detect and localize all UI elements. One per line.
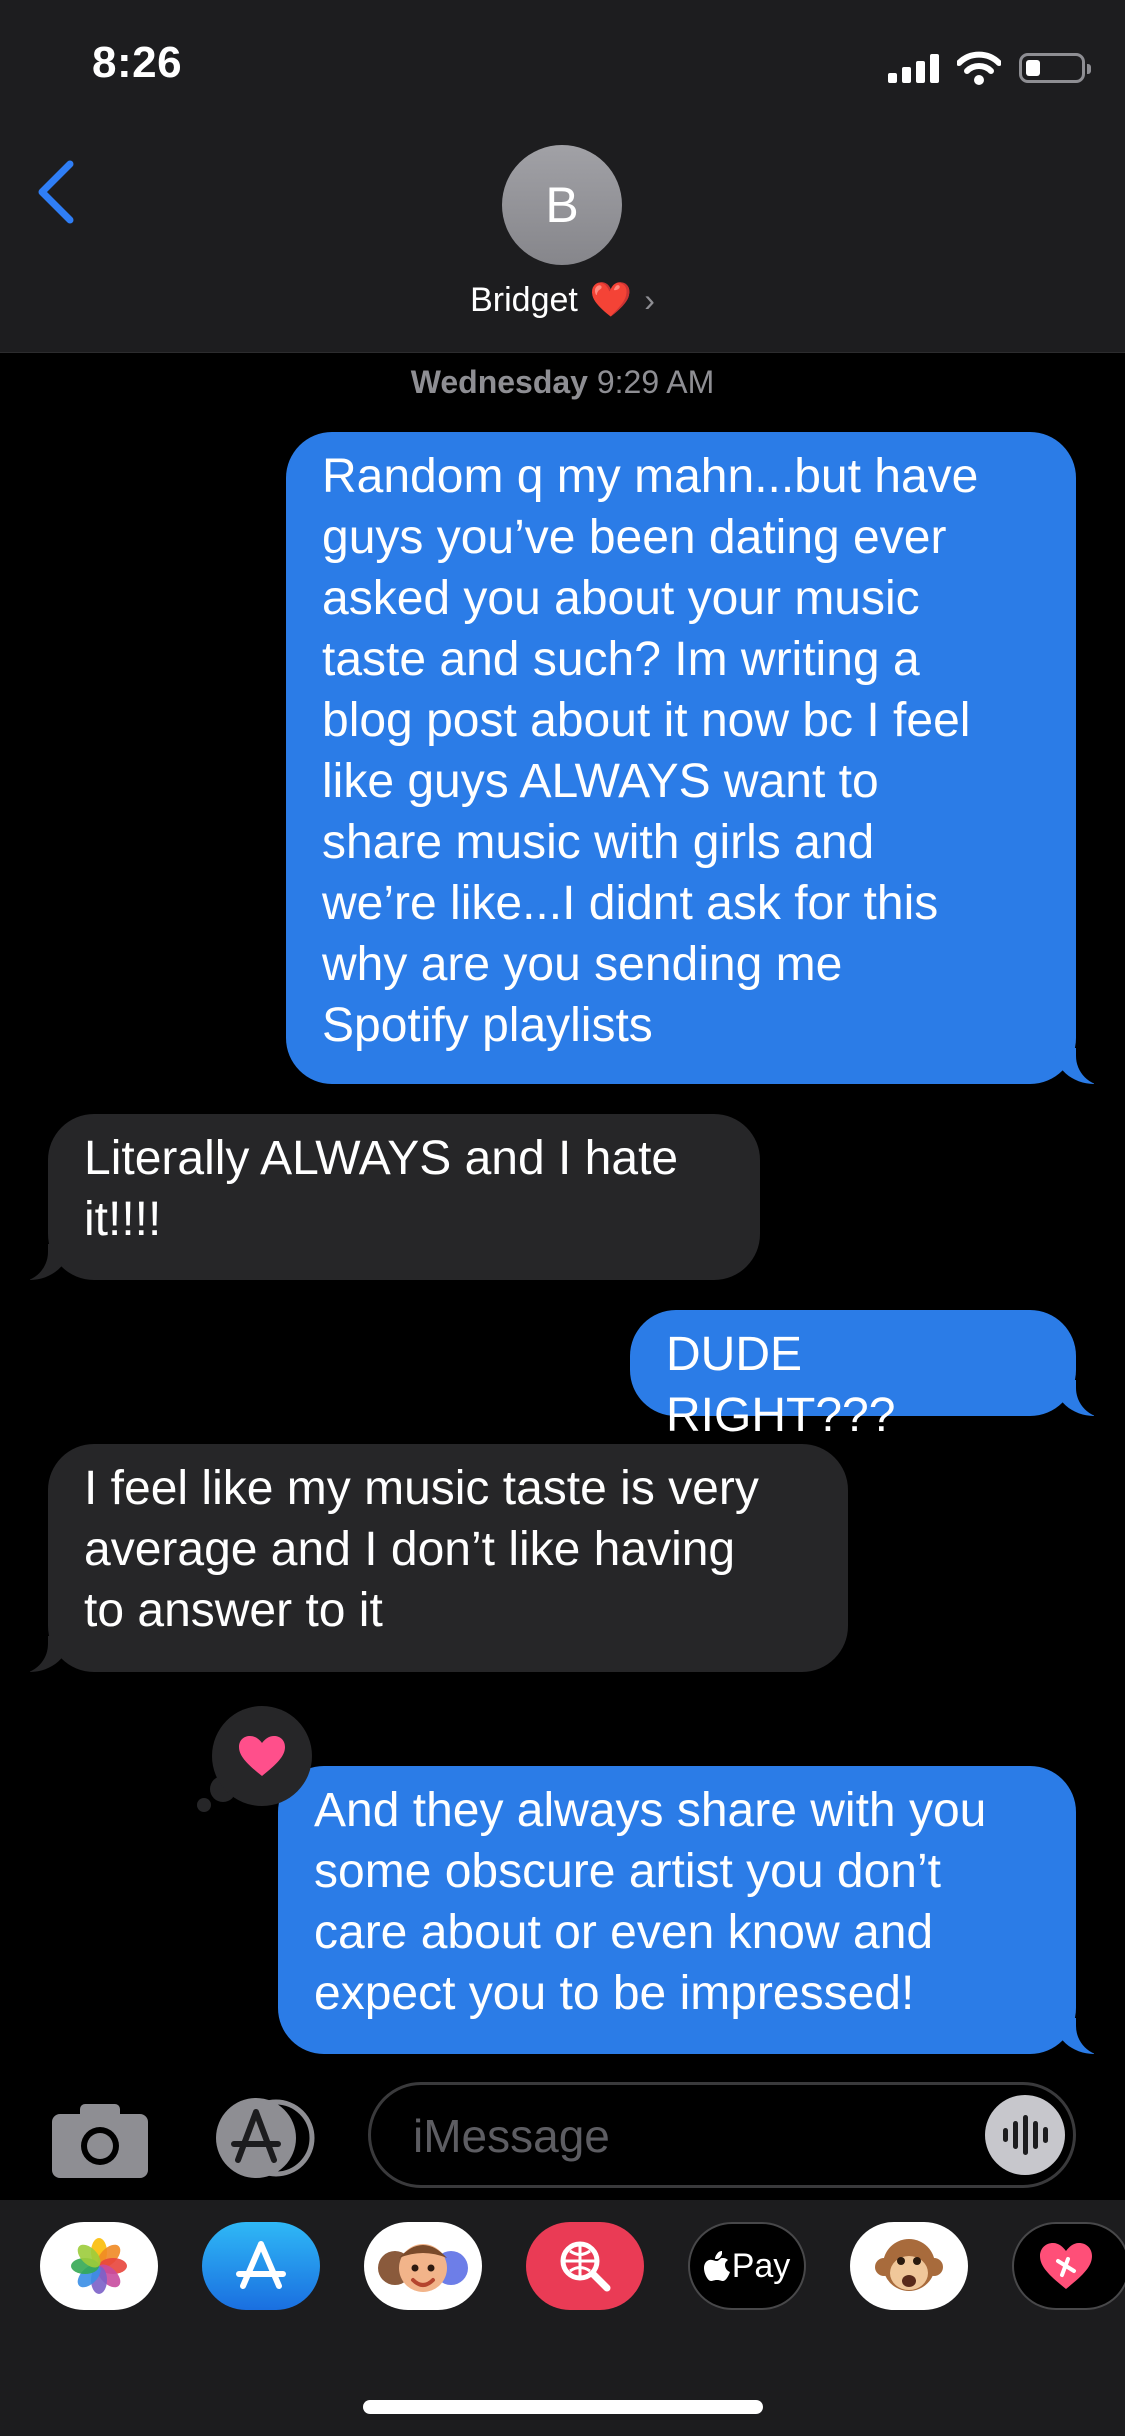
battery-icon [1019,53,1091,83]
message-input[interactable] [411,2085,975,2187]
contact-name: Bridget [470,280,578,319]
app-store-a-glyph [236,2241,286,2289]
message-line: average and I don’t like having [84,1523,736,1576]
message-line: it!!!! [84,1193,162,1246]
message-line: why are you sending me [322,938,843,991]
home-indicator[interactable] [363,2400,763,2414]
status-time: 8:26 [92,38,183,87]
camera-icon[interactable] [50,2100,150,2180]
message-line: taste and such? Im writing a [322,633,920,686]
magnifier-globe-glyph [560,2241,611,2292]
tapback-dot [197,1798,211,1812]
message-line: Random q my mahn...but have [322,450,979,503]
message-line: I feel like my music taste is very [84,1462,759,1515]
message-line: expect you to be impressed! [314,1967,915,2020]
app-store-button-icon[interactable] [208,2096,318,2180]
message-timestamp: Wednesday 9:29 AM [410,364,715,400]
message-line: blog post about it now bc I feel [322,694,971,747]
animoji-monkey-glyph [875,2239,943,2291]
message-line: DUDE RIGHT??? [666,1328,896,1442]
memoji-icon[interactable] [364,2222,482,2310]
message-line: asked you about your music [322,572,920,625]
message-line: share music with girls and [322,816,875,869]
red-heart-emoji: ❤️ [589,281,633,319]
app-store-icon[interactable] [202,2222,320,2310]
cellular-signal-icon [888,53,939,83]
message-line: to answer to it [84,1584,383,1637]
chevron-right-icon: › [644,281,655,318]
message-line: guys you’ve been dating ever [322,511,947,564]
message-line: some obscure artist you don’t [314,1845,941,1898]
message-line: Literally ALWAYS and I hate [84,1132,679,1185]
apple-pay-icon[interactable]: Pay [688,2222,806,2310]
wifi-icon [957,51,1001,85]
message-line: care about or even know and [314,1906,934,1959]
heart-icon [239,1736,285,1776]
imessage-field[interactable] [368,2082,1076,2188]
globe-search-icon[interactable] [526,2222,644,2310]
contact-avatar[interactable]: B [502,145,622,265]
monkey-icon[interactable] [850,2222,968,2310]
heart-touch-icon[interactable] [1012,2222,1125,2310]
photos-icon[interactable] [40,2222,158,2310]
memoji-faces-icon [378,2244,468,2292]
avatar-initial: B [545,177,579,233]
apple-pay-label: Pay [731,2246,791,2285]
outgoing-message-bubble[interactable]: Random q my mahn...but have guys you’ve … [286,432,1116,1086]
audio-message-icon[interactable] [985,2095,1065,2175]
digital-touch-heart-glyph [1040,2243,1092,2289]
status-icons [888,48,1091,88]
incoming-message-bubble[interactable]: I feel like my music taste is very avera… [8,1444,848,1674]
contact-name-button[interactable]: Bridget ❤️ › [0,280,1125,320]
incoming-message-bubble[interactable]: Literally ALWAYS and I hate it!!!! [8,1114,760,1282]
photos-flower-icon [71,2238,127,2294]
apple-logo-icon [703,2251,730,2281]
heart-tapback[interactable] [212,1706,312,1806]
outgoing-message-bubble[interactable]: And they always share with you some obsc… [278,1766,1116,2056]
back-chevron-icon[interactable] [30,158,82,226]
conversation-header: 8:26 B Bridget ❤️ › [0,0,1125,353]
message-line: Spotify playlists [322,999,653,1052]
message-line: we’re like...I didnt ask for this [322,877,939,930]
outgoing-message-bubble[interactable]: DUDE RIGHT??? [630,1310,1116,1442]
message-line: like guys ALWAYS want to [322,755,879,808]
message-line: And they always share with you [314,1784,987,1837]
